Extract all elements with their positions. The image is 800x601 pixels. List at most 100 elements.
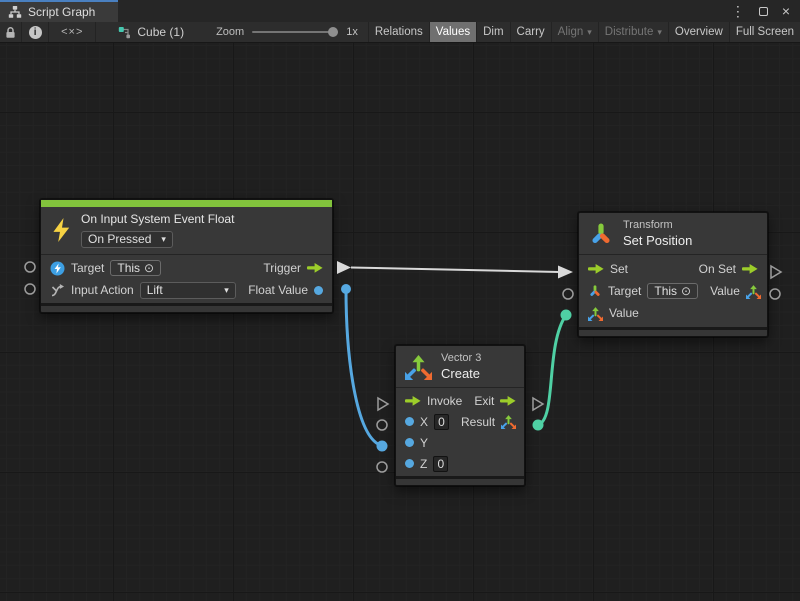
node-title: Create — [441, 366, 481, 381]
carry-button[interactable]: Carry — [511, 22, 552, 42]
float-port-icon — [405, 438, 414, 447]
target-object-chip[interactable]: This ⊙ — [647, 283, 698, 299]
float-value-port-label: Float Value — [248, 283, 308, 297]
zoom-slider-handle[interactable] — [328, 27, 338, 37]
port-row-x-result: X 0 Result — [396, 411, 524, 432]
info-button[interactable]: i — [22, 22, 49, 42]
target-object-chip[interactable]: This ⊙ — [110, 260, 161, 276]
result-port-label: Result — [461, 415, 495, 429]
value-out-port-label: Value — [710, 284, 740, 298]
exit-port-label: Exit — [474, 394, 494, 408]
float-port-icon — [405, 417, 414, 426]
flow-arrow-icon — [307, 263, 323, 273]
z-input-port[interactable] — [377, 462, 387, 472]
invoke-input-port[interactable] — [378, 398, 388, 410]
target-port-label: Target — [71, 261, 104, 275]
float-port-icon — [405, 459, 414, 468]
script-graph-window: Script Graph ⋮ × i <×> Cube (1 — [0, 0, 800, 601]
on-set-output-port[interactable] — [771, 266, 781, 278]
result-output-port[interactable] — [533, 420, 544, 431]
trigger-output-port[interactable] — [337, 261, 351, 274]
set-port-label: Set — [610, 262, 628, 276]
graph-toolbar: i <×> Cube (1) Zoom 1x Relations Values … — [0, 22, 800, 43]
node-transform-set-position[interactable]: Transform Set Position Set On Set — [578, 212, 768, 337]
exit-output-port[interactable] — [533, 398, 543, 410]
float-port-icon — [314, 286, 323, 295]
vector3-port-icon — [746, 284, 761, 299]
x-port-label: X — [420, 415, 428, 429]
node-title: Set Position — [623, 233, 692, 248]
y-port-label: Y — [420, 436, 428, 450]
full-screen-button[interactable]: Full Screen — [730, 22, 800, 42]
vector3-port-icon — [501, 414, 516, 429]
x-value-field[interactable]: 0 — [434, 414, 449, 430]
node-footer — [579, 327, 767, 336]
flow-arrow-icon — [588, 264, 604, 274]
graph-asset-icon — [118, 26, 131, 39]
vector3-port-icon — [588, 306, 603, 321]
maximize-icon[interactable] — [759, 7, 768, 16]
node-vector3-create[interactable]: Vector 3 Create Invoke Exit X 0 Res — [395, 345, 525, 486]
node-on-input-system-event-float[interactable]: On Input System Event Float On Pressed ▾… — [40, 199, 333, 313]
wire-floatvalue-to-y[interactable] — [346, 289, 380, 445]
event-target-input-port[interactable] — [25, 262, 35, 272]
chevron-down-icon: ▾ — [161, 235, 166, 244]
wire-result-to-value[interactable] — [538, 315, 566, 425]
value-input-port[interactable] — [561, 310, 572, 321]
graph-reference-label: Cube (1) — [137, 25, 184, 39]
code-view-button[interactable]: <×> — [49, 22, 96, 42]
input-action-dropdown[interactable]: Lift ▾ — [140, 282, 236, 299]
tab-title: Script Graph — [28, 5, 95, 19]
input-action-icon — [50, 283, 65, 298]
node-footer — [396, 476, 524, 485]
flow-arrow-icon — [405, 396, 421, 406]
graph-reference-button[interactable]: Cube (1) — [108, 22, 194, 42]
input-action-input-port[interactable] — [25, 284, 35, 294]
values-button[interactable]: Values — [430, 22, 477, 42]
float-value-output-port[interactable] — [341, 284, 351, 294]
align-dropdown[interactable]: Align▾ — [552, 22, 599, 42]
chevron-down-icon: ▾ — [657, 28, 662, 37]
target-self-icon: ⊙ — [144, 261, 154, 275]
invoke-port-label: Invoke — [427, 394, 462, 408]
zoom-value: 1x — [346, 26, 358, 38]
window-controls: ⋮ × — [731, 0, 800, 22]
flow-arrow-icon — [500, 396, 516, 406]
port-row-z: Z 0 — [396, 453, 524, 474]
z-value-field[interactable]: 0 — [433, 456, 448, 472]
z-port-label: Z — [420, 457, 427, 471]
x-input-port[interactable] — [377, 420, 387, 430]
chevron-down-icon: ▾ — [224, 286, 229, 295]
node-footer — [41, 303, 332, 312]
transform-target-input-port[interactable] — [563, 289, 573, 299]
tab-script-graph[interactable]: Script Graph — [0, 2, 118, 22]
port-row-target-value: Target This ⊙ Value — [579, 280, 767, 302]
zoom-slider[interactable] — [252, 31, 338, 33]
input-action-port-label: Input Action — [71, 283, 134, 297]
trigger-port-label: Trigger — [263, 261, 301, 275]
relations-button[interactable]: Relations — [369, 22, 430, 42]
dim-button[interactable]: Dim — [477, 22, 510, 42]
chevron-down-icon: ▾ — [587, 28, 592, 37]
graph-hierarchy-icon — [8, 5, 22, 19]
input-system-event-icon — [50, 261, 65, 276]
wire-trigger-to-set[interactable] — [351, 268, 559, 273]
port-row-target: Target This ⊙ Trigger — [41, 257, 332, 279]
transform-value-output-port[interactable] — [770, 289, 780, 299]
menu-icon[interactable]: ⋮ — [731, 4, 745, 18]
event-mode-dropdown[interactable]: On Pressed ▾ — [81, 231, 173, 248]
port-row-set-onset: Set On Set — [579, 258, 767, 280]
set-input-port[interactable] — [558, 266, 573, 279]
zoom-control: Zoom 1x — [216, 22, 369, 42]
overview-button[interactable]: Overview — [669, 22, 730, 42]
lock-button[interactable] — [0, 22, 22, 42]
lock-icon — [5, 26, 16, 39]
distribute-dropdown[interactable]: Distribute▾ — [599, 22, 669, 42]
lightning-bolt-icon — [50, 218, 72, 242]
close-icon[interactable]: × — [782, 4, 790, 18]
target-self-icon: ⊙ — [681, 284, 691, 298]
y-input-port[interactable] — [377, 441, 388, 452]
port-row-invoke-exit: Invoke Exit — [396, 390, 524, 411]
graph-canvas[interactable]: On Input System Event Float On Pressed ▾… — [0, 43, 800, 601]
vector3-icon — [405, 353, 432, 380]
